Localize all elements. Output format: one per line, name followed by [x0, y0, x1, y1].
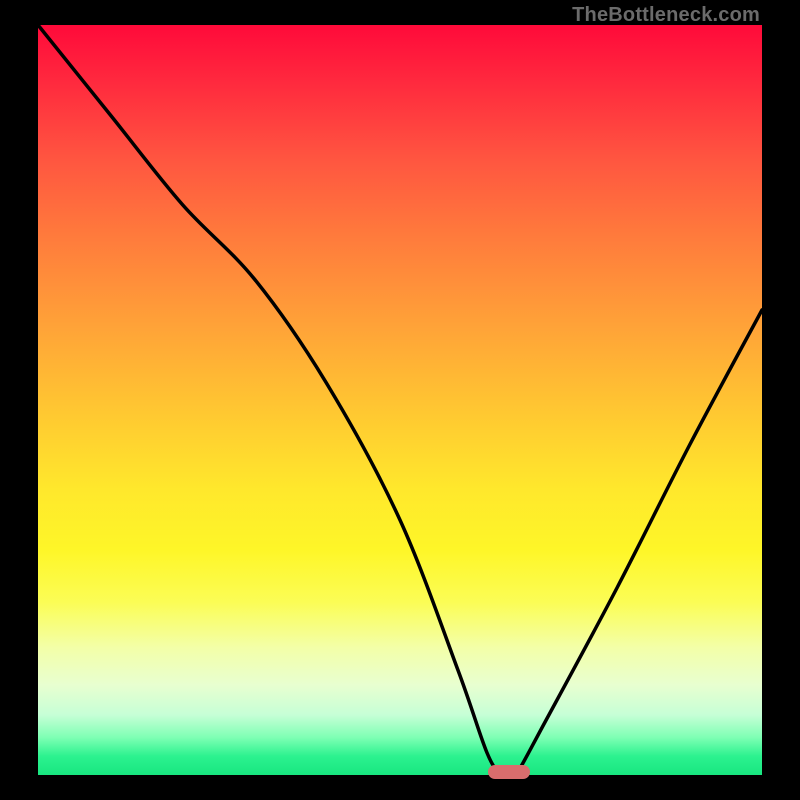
watermark-text: TheBottleneck.com — [572, 4, 760, 27]
bottleneck-curve — [38, 25, 762, 775]
optimum-marker — [488, 765, 530, 779]
plot-area — [38, 25, 762, 775]
chart-frame: TheBottleneck.com — [0, 0, 800, 800]
curve-path — [38, 25, 762, 779]
